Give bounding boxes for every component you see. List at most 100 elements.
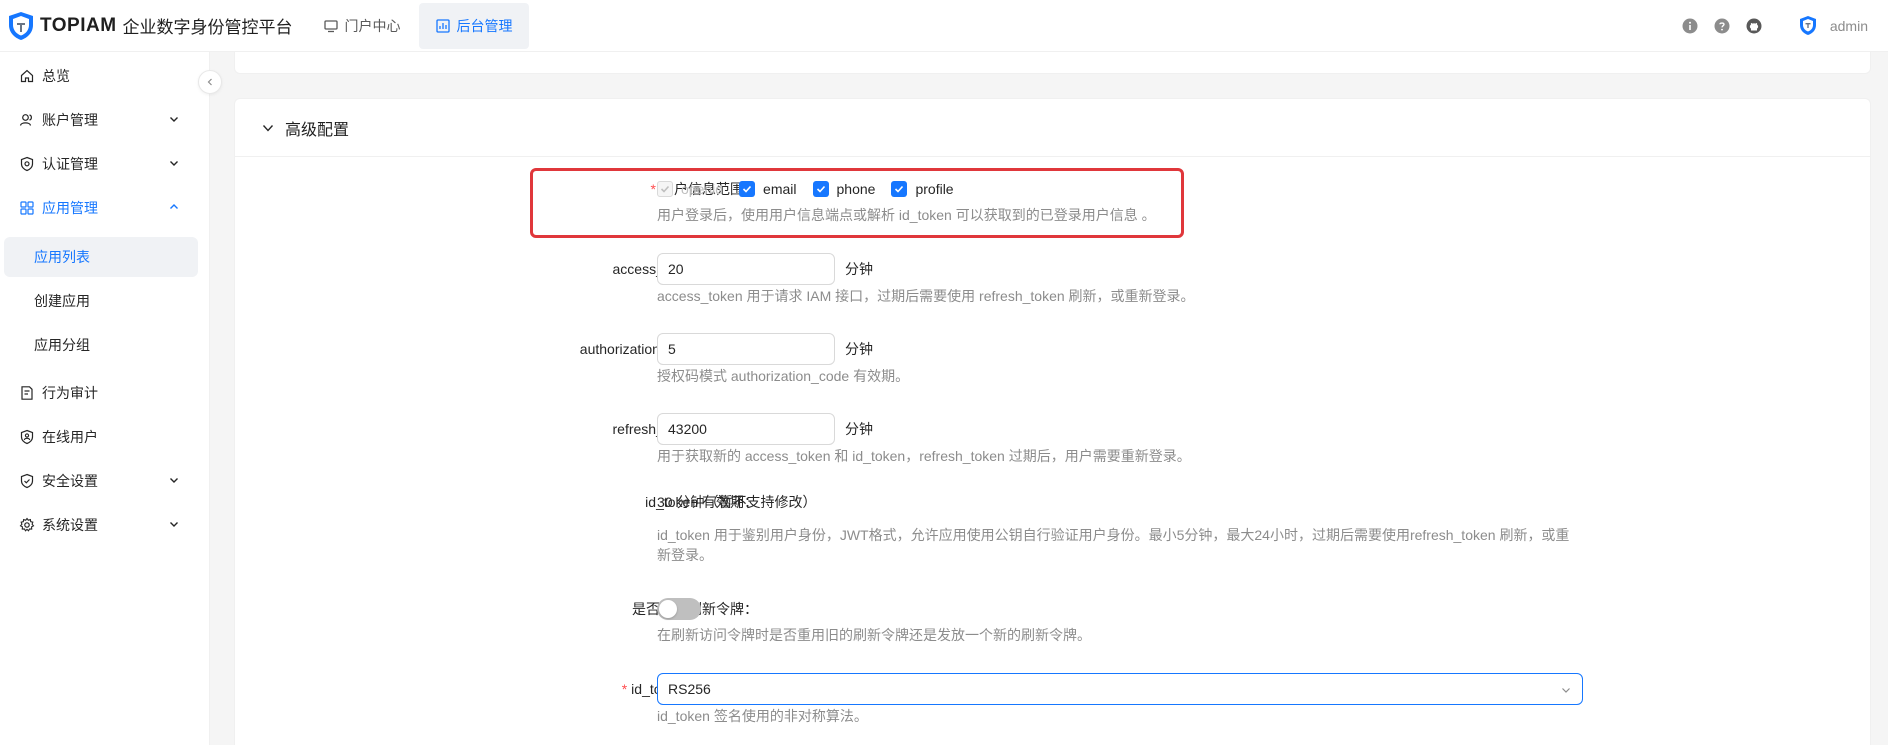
security-icon [20, 473, 34, 489]
sidebar-item-label: 总览 [42, 68, 70, 84]
reuse-refresh-control [657, 593, 701, 620]
chevron-down-icon [1562, 688, 1570, 693]
id-token-help-line1: id_token 用于鉴别用户身份，JWT格式，允许应用使用公钥自行验证用户身份… [657, 527, 1570, 543]
chevron-down-icon [170, 522, 178, 527]
sidebar-subitem-label: 创建应用 [34, 293, 90, 309]
refresh-token-help: 用于获取新的 access_token 和 id_token，refresh_t… [657, 448, 1191, 464]
sidebar-item-accounts[interactable]: 账户管理 [0, 100, 210, 140]
sidebar-subitem-label: 应用列表 [34, 249, 90, 265]
sidebar-item-online-users[interactable]: 在线用户 [0, 417, 210, 457]
scope-label: email [763, 181, 797, 197]
logo-text: TOPIAM [40, 14, 117, 36]
sidebar-collapse-button[interactable] [198, 70, 222, 94]
sign-alg-control: RS256 [657, 673, 1583, 705]
authorization-code-help: 授权码模式 authorization_code 有效期。 [657, 368, 910, 384]
chevron-down-icon [170, 117, 178, 122]
sidebar-item-security[interactable]: 安全设置 [0, 461, 210, 501]
sidebar-item-label: 账户管理 [42, 112, 98, 128]
sidebar-item-label: 应用管理 [42, 200, 98, 216]
shield-check-icon [20, 156, 34, 172]
scope-label: profile [915, 181, 954, 197]
authorization-code-control: 5 分钟 [657, 333, 873, 365]
id-token-help-line2: 新登录。 [657, 547, 713, 563]
sidebar-item-applications[interactable]: 应用管理 [0, 188, 210, 228]
top-header: TOPIAM 企业数字身份管控平台 门户中心 后台管理 admin [0, 0, 1888, 52]
scope-checkbox-phone[interactable]: phone [812, 181, 876, 197]
sidebar-subitem-create-app[interactable]: 创建应用 [4, 281, 198, 321]
home-icon [20, 69, 34, 83]
chevron-up-icon [170, 204, 178, 209]
monitor-icon [323, 19, 338, 32]
sidebar-item-overview[interactable]: 总览 [0, 56, 210, 96]
sidebar-item-authentication[interactable]: 认证管理 [0, 144, 210, 184]
checkbox-checked[interactable] [812, 181, 829, 197]
refresh-token-control: 43200 分钟 [657, 413, 873, 445]
top-nav: 门户中心 后台管理 [307, 2, 531, 49]
scope-label: openid [681, 181, 724, 197]
check-icon [895, 185, 904, 193]
scope-label: phone [836, 181, 876, 197]
online-user-icon [20, 429, 34, 445]
nav-portal-label: 门户中心 [344, 17, 401, 34]
scopes-help: 用户登录后，使用用户信息端点或解析 id_token 可以获取到的已登录用户信息… [657, 207, 1156, 223]
checkbox-checked[interactable] [891, 181, 908, 197]
sidebar-subitem-app-list[interactable]: 应用列表 [4, 237, 198, 277]
apps-icon [20, 201, 34, 215]
advanced-config-card: 高级配置 *用户信息范围： openid email p [234, 98, 1871, 745]
audit-icon [21, 386, 33, 400]
unit-label: 分钟 [845, 261, 873, 277]
header-actions: admin [1666, 0, 1868, 52]
reuse-refresh-toggle[interactable] [657, 598, 701, 620]
user-name: admin [1829, 17, 1868, 34]
logo-shield-icon [9, 11, 33, 40]
platform-name: 企业数字身份管控平台 [122, 18, 293, 37]
sidebar-subitem-label: 应用分组 [34, 337, 90, 353]
check-icon [816, 185, 825, 193]
checkbox-checked[interactable] [739, 181, 756, 197]
github-icon[interactable] [1746, 18, 1762, 34]
chevron-down-icon [262, 124, 274, 132]
sidebar-item-label: 认证管理 [42, 156, 98, 172]
id-token-value: 30 分钟（暂不支持修改） [657, 494, 817, 510]
reuse-refresh-help: 在刷新访问令牌时是否重用旧的刷新令牌还是发放一个新的刷新令牌。 [657, 627, 1091, 643]
settings-icon [19, 517, 35, 532]
help-icon[interactable] [1714, 18, 1730, 34]
sidebar-subitem-app-groups[interactable]: 应用分组 [4, 325, 198, 365]
advanced-config-header[interactable]: 高级配置 [235, 99, 1870, 157]
nav-portal-center[interactable]: 门户中心 [307, 3, 417, 49]
scopes-checkbox-group: openid email phone profile [657, 173, 970, 205]
users-icon [19, 114, 32, 126]
chevron-down-icon [170, 478, 178, 483]
scope-checkbox-profile[interactable]: profile [891, 181, 954, 197]
access-token-control: 20 分钟 [657, 253, 873, 285]
sign-alg-help: id_token 签名使用的非对称算法。 [657, 708, 868, 724]
sidebar: 总览 账户管理 认证管理 应用管理 应用列表 创建应用 应用分组 行为审计 在线… [0, 52, 210, 745]
checkbox-disabled [657, 181, 673, 197]
check-icon [660, 185, 670, 193]
check-icon [742, 185, 752, 193]
sidebar-item-audit[interactable]: 行为审计 [0, 373, 210, 413]
sidebar-item-system-settings[interactable]: 系统设置 [0, 505, 210, 545]
unit-label: 分钟 [845, 421, 873, 437]
refresh-token-input[interactable]: 43200 [657, 413, 835, 445]
access-token-help: access_token 用于请求 IAM 接口，过期后需要使用 refresh… [657, 288, 1195, 304]
chevron-down-icon [170, 161, 178, 166]
sidebar-item-label: 系统设置 [42, 517, 98, 533]
access-token-input[interactable]: 20 [657, 253, 835, 285]
sign-alg-select[interactable]: RS256 [657, 673, 1583, 705]
nav-admin-label: 后台管理 [456, 17, 513, 34]
authorization-code-input[interactable]: 5 [657, 333, 835, 365]
id-token-help: id_token 用于鉴别用户身份，JWT格式，允许应用使用公钥自行验证用户身份… [657, 525, 1569, 565]
user-menu[interactable]: admin [1796, 14, 1868, 38]
scope-checkbox-openid: openid [657, 181, 723, 197]
logo[interactable]: TOPIAM 企业数字身份管控平台 [6, 0, 293, 52]
unit-label: 分钟 [845, 341, 873, 357]
toggle-knob [659, 600, 677, 618]
avatar [1799, 15, 1816, 35]
scope-checkbox-email[interactable]: email [739, 181, 797, 197]
dashboard-icon [435, 18, 450, 33]
info-icon[interactable] [1682, 18, 1698, 34]
chevron-left-icon [207, 78, 212, 86]
nav-admin-console[interactable]: 后台管理 [418, 2, 529, 49]
section-title: 高级配置 [285, 121, 350, 139]
